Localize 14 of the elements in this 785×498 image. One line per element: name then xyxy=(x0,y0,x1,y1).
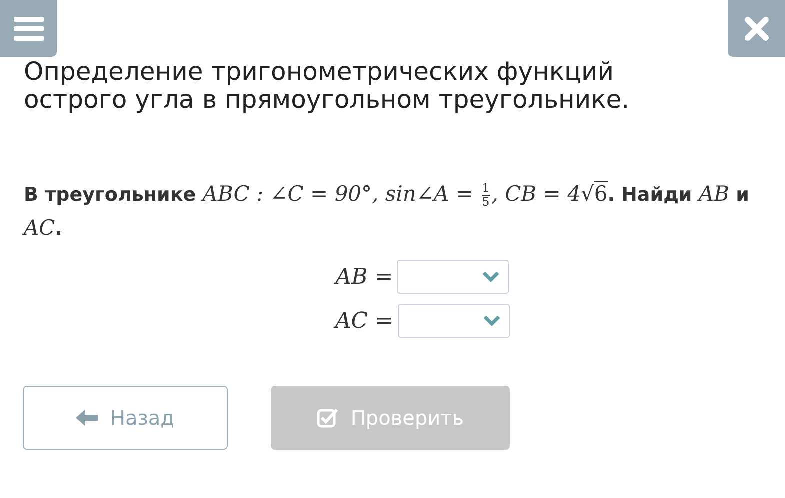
back-button[interactable]: Назад xyxy=(23,386,228,450)
lesson-title: Определение тригонометрических функций острого угла в прямоугольном треугольнике. xyxy=(24,58,631,114)
answer-dropdown[interactable] xyxy=(397,260,510,294)
menu-icon xyxy=(14,16,44,40)
caret-icon xyxy=(482,271,500,283)
answer-dropdown[interactable] xyxy=(398,304,510,338)
menu-button[interactable] xyxy=(0,0,57,57)
caret-icon xyxy=(482,315,501,327)
answer-label: AB = xyxy=(336,264,394,290)
answer-label: AC = xyxy=(335,308,394,334)
checkbox-icon xyxy=(316,408,339,428)
close-button[interactable] xyxy=(728,0,785,57)
arrow-left-icon xyxy=(76,410,98,426)
close-icon xyxy=(744,16,768,40)
